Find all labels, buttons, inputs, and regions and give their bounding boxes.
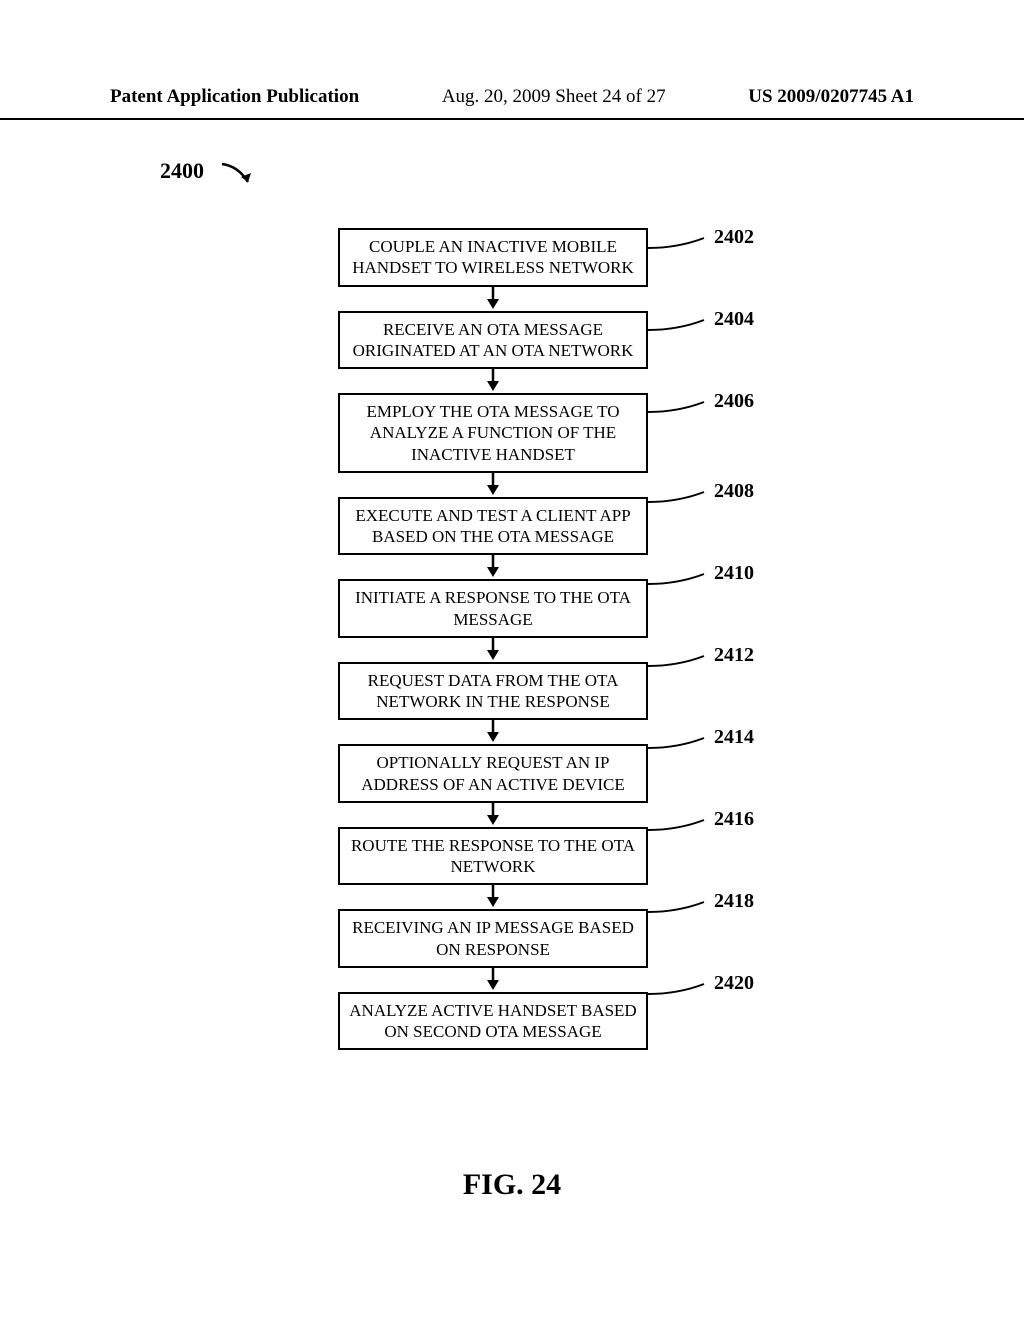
flowchart: COUPLE AN INACTIVE MOBILE HANDSET TO WIR… xyxy=(338,228,648,1050)
flow-step-label: INITIATE A RESPONSE TO THE OTA MESSAGE xyxy=(348,587,638,630)
arrow-down-icon xyxy=(338,720,648,744)
ref-number-2412: 2412 xyxy=(714,644,754,667)
header-left: Patent Application Publication xyxy=(110,86,359,108)
leader-line-icon xyxy=(648,316,712,336)
flow-step-label: REQUEST DATA FROM THE OTA NETWORK IN THE… xyxy=(348,670,638,713)
flow-step-label: OPTIONALLY REQUEST AN IP ADDRESS OF AN A… xyxy=(348,752,638,795)
flow-step-2406: EMPLOY THE OTA MESSAGE TO ANALYZE A FUNC… xyxy=(338,393,648,473)
leader-line-icon xyxy=(648,652,712,672)
figure-number-arrow-icon xyxy=(220,160,260,190)
flow-step-2408: EXECUTE AND TEST A CLIENT APP BASED ON T… xyxy=(338,497,648,556)
header-middle: Aug. 20, 2009 Sheet 24 of 27 xyxy=(442,86,666,108)
flow-step-label: EMPLOY THE OTA MESSAGE TO ANALYZE A FUNC… xyxy=(348,401,638,465)
flow-step-2418: RECEIVING AN IP MESSAGE BASED ON RESPONS… xyxy=(338,909,648,968)
figure-number-label: 2400 xyxy=(160,158,204,184)
flow-step-2416: ROUTE THE RESPONSE TO THE OTA NETWORK xyxy=(338,827,648,886)
flow-step-label: RECEIVING AN IP MESSAGE BASED ON RESPONS… xyxy=(348,917,638,960)
leader-line-icon xyxy=(648,488,712,508)
leader-line-icon xyxy=(648,234,712,254)
flow-step-2402: COUPLE AN INACTIVE MOBILE HANDSET TO WIR… xyxy=(338,228,648,287)
ref-number-2410: 2410 xyxy=(714,562,754,585)
flow-step-2410: INITIATE A RESPONSE TO THE OTA MESSAGE xyxy=(338,579,648,638)
arrow-down-icon xyxy=(338,473,648,497)
leader-line-icon xyxy=(648,570,712,590)
ref-number-2408: 2408 xyxy=(714,480,754,503)
leader-line-icon xyxy=(648,734,712,754)
leader-line-icon xyxy=(648,816,712,836)
ref-number-2420: 2420 xyxy=(714,972,754,995)
flow-step-2412: REQUEST DATA FROM THE OTA NETWORK IN THE… xyxy=(338,662,648,721)
flow-step-label: RECEIVE AN OTA MESSAGE ORIGINATED AT AN … xyxy=(348,319,638,362)
flow-step-label: COUPLE AN INACTIVE MOBILE HANDSET TO WIR… xyxy=(348,236,638,279)
figure-caption: FIG. 24 xyxy=(0,1168,1024,1202)
ref-number-2402: 2402 xyxy=(714,226,754,249)
arrow-down-icon xyxy=(338,369,648,393)
header-right: US 2009/0207745 A1 xyxy=(748,86,914,108)
flow-step-2414: OPTIONALLY REQUEST AN IP ADDRESS OF AN A… xyxy=(338,744,648,803)
ref-number-2416: 2416 xyxy=(714,808,754,831)
ref-number-2404: 2404 xyxy=(714,308,754,331)
flow-step-2404: RECEIVE AN OTA MESSAGE ORIGINATED AT AN … xyxy=(338,311,648,370)
arrow-down-icon xyxy=(338,885,648,909)
flow-step-label: EXECUTE AND TEST A CLIENT APP BASED ON T… xyxy=(348,505,638,548)
ref-number-2418: 2418 xyxy=(714,890,754,913)
arrow-down-icon xyxy=(338,287,648,311)
flow-step-label: ROUTE THE RESPONSE TO THE OTA NETWORK xyxy=(348,835,638,878)
leader-line-icon xyxy=(648,898,712,918)
page-header: Patent Application Publication Aug. 20, … xyxy=(0,86,1024,120)
leader-line-icon xyxy=(648,980,712,1000)
arrow-down-icon xyxy=(338,968,648,992)
arrow-down-icon xyxy=(338,803,648,827)
arrow-down-icon xyxy=(338,555,648,579)
leader-line-icon xyxy=(648,398,712,418)
ref-number-2406: 2406 xyxy=(714,390,754,413)
flow-step-label: ANALYZE ACTIVE HANDSET BASED ON SECOND O… xyxy=(348,1000,638,1043)
flow-step-2420: ANALYZE ACTIVE HANDSET BASED ON SECOND O… xyxy=(338,992,648,1051)
ref-number-2414: 2414 xyxy=(714,726,754,749)
arrow-down-icon xyxy=(338,638,648,662)
